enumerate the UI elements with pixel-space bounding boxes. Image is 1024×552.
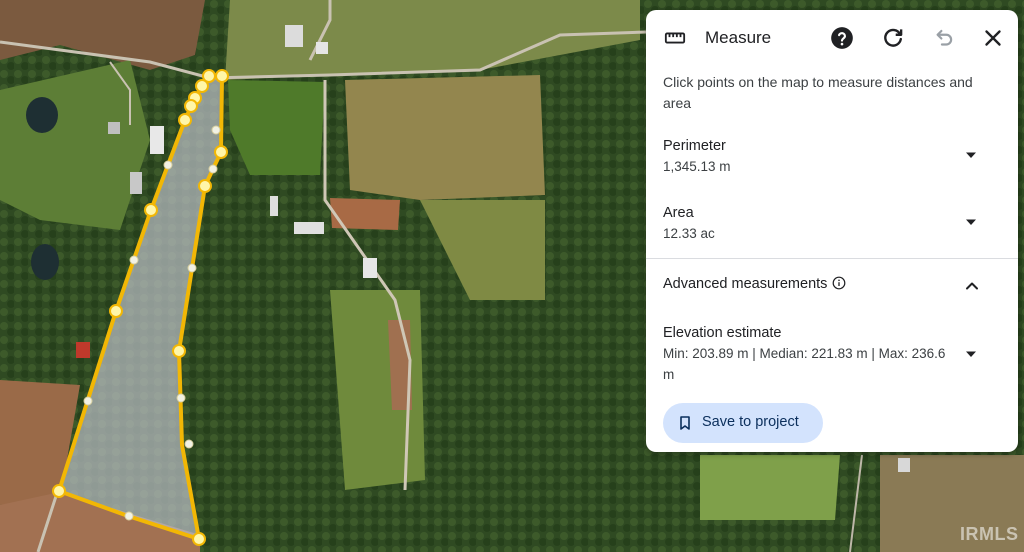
- building: [363, 258, 377, 278]
- building: [294, 222, 324, 234]
- midpoint-handle: [184, 439, 194, 449]
- midpoint-handle: [163, 160, 173, 170]
- midpoint-handle: [129, 255, 139, 265]
- ruler-icon: [664, 32, 686, 44]
- building: [270, 196, 278, 216]
- undo-icon: [936, 29, 953, 46]
- vertex-handle: [52, 484, 66, 498]
- pond-north: [26, 97, 58, 133]
- info-icon[interactable]: [832, 276, 846, 290]
- save-to-project-button[interactable]: Save to project: [663, 403, 823, 443]
- area-value: 12.33 ac: [663, 226, 715, 241]
- vertex-handle: [192, 532, 206, 546]
- building: [76, 342, 90, 358]
- chevron-down-icon: [966, 152, 976, 158]
- building: [108, 122, 120, 134]
- panel-header: Measure: [646, 10, 1018, 66]
- elevation-row[interactable]: Elevation estimate Min: 203.89 m | Media…: [646, 322, 1018, 388]
- vertex-handle: [215, 69, 229, 83]
- advanced-measurements-label: Advanced measurements: [663, 276, 846, 292]
- panel-title: Measure: [705, 28, 772, 47]
- refresh-button[interactable]: [880, 25, 906, 51]
- elevation-label: Elevation estimate: [663, 325, 782, 341]
- perimeter-value: 1,345.13 m: [663, 159, 731, 174]
- close-icon: [985, 30, 1001, 46]
- building: [285, 25, 303, 47]
- building: [130, 172, 142, 194]
- elevation-value: Min: 203.89 m | Median: 221.83 m | Max: …: [663, 346, 946, 382]
- midpoint-handle: [208, 164, 218, 174]
- vertex-handle: [214, 145, 228, 159]
- vertex-handle: [109, 304, 123, 318]
- measure-panel: Measure Click points on the map to measu…: [646, 10, 1018, 452]
- watermark-logo: IRMLS: [960, 524, 1019, 544]
- midpoint-handle: [211, 125, 221, 135]
- vertex-handle: [184, 99, 198, 113]
- bookmark-icon: [680, 416, 690, 430]
- vertex-handle: [172, 344, 186, 358]
- vertex-handle: [144, 203, 158, 217]
- bare-plot: [330, 198, 400, 230]
- midpoint-handle: [176, 393, 186, 403]
- midpoint-handle: [124, 511, 134, 521]
- vertex-handle: [178, 113, 192, 127]
- perimeter-row[interactable]: Perimeter 1,345.13 m: [646, 135, 1018, 185]
- midpoint-handle: [83, 396, 93, 406]
- vertex-handle: [195, 79, 209, 93]
- help-icon: [831, 27, 853, 49]
- section-divider: [646, 258, 1018, 259]
- perimeter-label: Perimeter: [663, 138, 726, 154]
- building: [316, 42, 328, 54]
- vertex-handle: [198, 179, 212, 193]
- midpoint-handle: [187, 263, 197, 273]
- close-button[interactable]: [980, 25, 1006, 51]
- chevron-up-icon: [966, 282, 978, 290]
- chevron-down-icon: [966, 351, 976, 357]
- area-label: Area: [663, 205, 694, 221]
- help-button[interactable]: [829, 25, 855, 51]
- pond-south: [31, 244, 59, 280]
- area-row[interactable]: Area 12.33 ac: [646, 202, 1018, 252]
- advanced-measurements-text: Advanced measurements: [663, 276, 828, 292]
- field-southeast: [700, 455, 840, 520]
- refresh-icon: [884, 28, 903, 47]
- field-center: [345, 75, 545, 200]
- chevron-down-icon: [966, 219, 976, 225]
- undo-button[interactable]: [930, 25, 956, 51]
- measure-instructions: Click points on the map to measure dista…: [663, 74, 973, 111]
- save-to-project-label: Save to project: [702, 414, 799, 430]
- building: [150, 126, 164, 154]
- building: [898, 458, 910, 472]
- advanced-measurements-toggle[interactable]: Advanced measurements: [646, 268, 1018, 304]
